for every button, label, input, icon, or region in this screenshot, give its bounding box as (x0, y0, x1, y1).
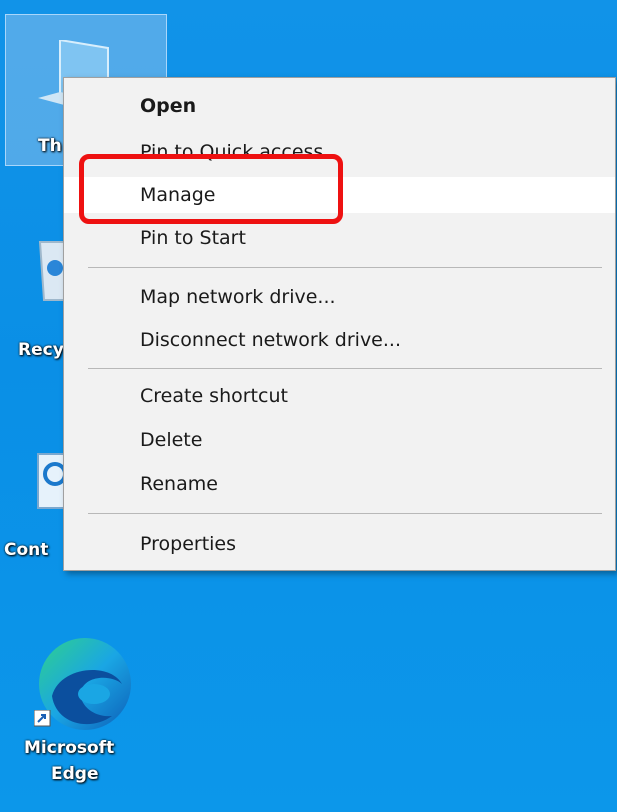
menu-item-map-network-drive[interactable]: Map network drive... (64, 279, 615, 315)
menu-item-create-shortcut[interactable]: Create shortcut (64, 378, 615, 414)
menu-item-delete[interactable]: Delete (64, 422, 615, 458)
context-menu: Open Pin to Quick access Manage Pin to S… (63, 77, 616, 571)
shortcut-arrow-icon (34, 710, 51, 727)
menu-item-disconnect-network-drive[interactable]: Disconnect network drive... (64, 322, 615, 358)
control-panel-label: Cont (4, 540, 49, 560)
menu-separator (88, 368, 602, 369)
menu-separator (88, 267, 602, 268)
this-pc-label: Th (38, 136, 62, 156)
menu-item-rename[interactable]: Rename (64, 466, 615, 502)
edge-label-line1: Microsoft (24, 738, 115, 758)
menu-item-open[interactable]: Open (64, 88, 615, 124)
menu-item-properties[interactable]: Properties (64, 526, 615, 562)
recycle-bin-label: Recy (18, 340, 64, 360)
edge-shortcut[interactable] (30, 636, 140, 736)
edge-label-line2: Edge (51, 764, 99, 784)
desktop: Th Recy Cont Microsoft Edge Open Pin to … (0, 0, 617, 812)
menu-item-pin-to-start[interactable]: Pin to Start (64, 220, 615, 256)
manage-highlight-box (79, 154, 343, 224)
menu-separator (88, 513, 602, 514)
